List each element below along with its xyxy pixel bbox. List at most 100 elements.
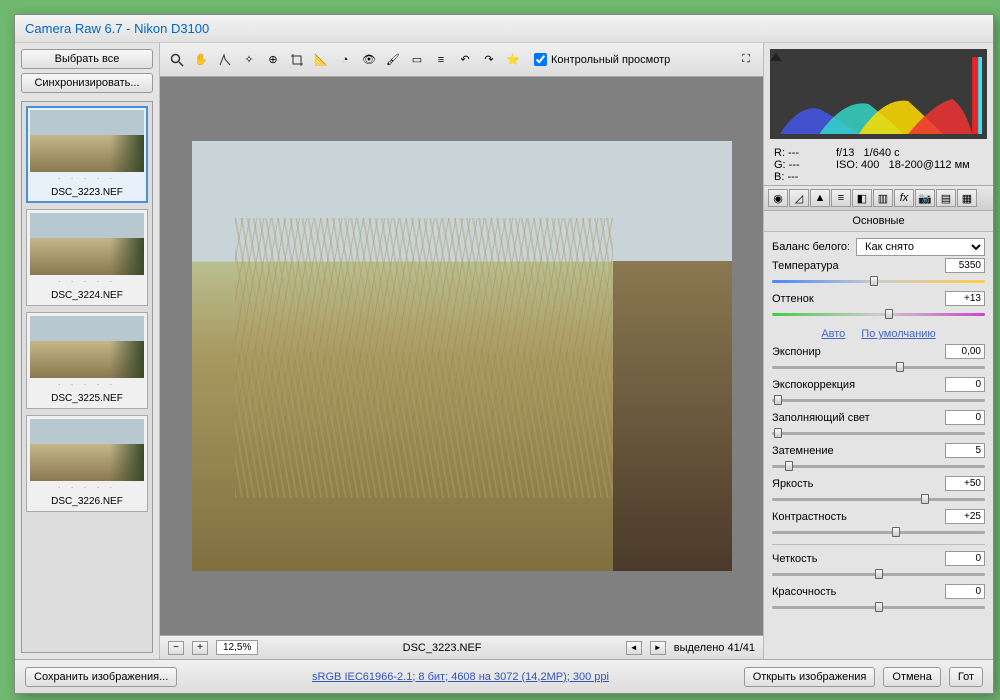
vibrance-value[interactable] [945, 584, 985, 599]
recovery-slider[interactable] [772, 394, 985, 406]
synchronize-button[interactable]: Синхронизировать... [21, 73, 153, 93]
thumbnail[interactable]: · · · · · DSC_3225.NEF [26, 312, 148, 409]
preferences-icon[interactable]: ≡ [430, 49, 452, 71]
red-eye-tool-icon[interactable]: 👁 [358, 49, 380, 71]
auto-link[interactable]: Авто [821, 328, 845, 340]
tab-curve[interactable]: ◿ [789, 189, 809, 207]
filmstrip-panel: Выбрать все Синхронизировать... · · · · … [15, 43, 160, 659]
adjustment-brush-tool-icon[interactable]: 🖌 [382, 49, 404, 71]
adjustment-tabs: ◉ ◿ ▲ ≡ ◧ ▥ fx 📷 ▤ ▦ [764, 185, 993, 211]
contrast-label: Контрастность [772, 511, 939, 523]
temp-slider[interactable] [772, 275, 985, 287]
crop-tool-icon[interactable] [286, 49, 308, 71]
recovery-value[interactable] [945, 377, 985, 392]
spot-removal-tool-icon[interactable]: ◔ [334, 49, 356, 71]
thumbnail[interactable]: · · · · · DSC_3223.NEF [26, 106, 148, 203]
target-adjustment-tool-icon[interactable]: ⊕ [262, 49, 284, 71]
open-images-button[interactable]: Открыть изображения [744, 667, 876, 687]
blacks-label: Затемнение [772, 445, 939, 457]
thumbnail-filename: DSC_3226.NEF [30, 494, 144, 508]
vibrance-label: Красочность [772, 586, 939, 598]
zoom-level[interactable]: 12,5% [216, 640, 258, 655]
thumbnail-filename: DSC_3224.NEF [30, 288, 144, 302]
fullscreen-toggle-icon[interactable]: ⛶ [735, 49, 757, 71]
done-button[interactable]: Гот [949, 667, 983, 687]
basic-settings: Баланс белого: Как снято Температура Отт… [764, 232, 993, 659]
lens-value: 18-200@112 мм [889, 159, 970, 171]
rating-dots[interactable]: · · · · · [30, 275, 144, 288]
vibrance-slider[interactable] [772, 601, 985, 613]
thumbnail-list[interactable]: · · · · · DSC_3223.NEF · · · · · DSC_322… [21, 101, 153, 653]
select-all-button[interactable]: Выбрать все [21, 49, 153, 69]
tab-presets[interactable]: ▤ [936, 189, 956, 207]
tab-hsl[interactable]: ≡ [831, 189, 851, 207]
clarity-slider[interactable] [772, 568, 985, 580]
white-balance-tool-icon[interactable] [214, 49, 236, 71]
tint-value[interactable] [945, 291, 985, 306]
thumbnail[interactable]: · · · · · DSC_3224.NEF [26, 209, 148, 306]
save-images-button[interactable]: Сохранить изображения... [25, 667, 177, 687]
tab-camera[interactable]: 📷 [915, 189, 935, 207]
thumbnail[interactable]: · · · · · DSC_3226.NEF [26, 415, 148, 512]
wb-select[interactable]: Как снято [856, 238, 985, 256]
blacks-value[interactable] [945, 443, 985, 458]
tab-basic[interactable]: ◉ [768, 189, 788, 207]
main-area: Выбрать все Синхронизировать... · · · · … [15, 43, 993, 659]
tab-split[interactable]: ◧ [852, 189, 872, 207]
tab-detail[interactable]: ▲ [810, 189, 830, 207]
contrast-value[interactable] [945, 509, 985, 524]
blacks-slider[interactable] [772, 460, 985, 472]
thumbnail-image [30, 110, 144, 172]
tab-snapshots[interactable]: ▦ [957, 189, 977, 207]
panel-title: Основные [764, 211, 993, 232]
readout-g: G: --- [774, 159, 824, 171]
current-filename: DSC_3223.NEF [266, 642, 617, 654]
thumbnail-image [30, 419, 144, 481]
contrast-slider[interactable] [772, 526, 985, 538]
zoom-out-button[interactable]: − [168, 641, 184, 655]
toolbar: ✋ ✧ ⊕ 📐 ◔ 👁 🖌 ▭ ≡ ↶ ↷ ⭐ Контрольный прос… [160, 43, 763, 77]
fill-value[interactable] [945, 410, 985, 425]
preview-checkbox[interactable]: Контрольный просмотр [534, 53, 670, 66]
rotate-ccw-icon[interactable]: ↶ [454, 49, 476, 71]
mark-delete-icon[interactable]: ⭐ [502, 49, 524, 71]
zoom-in-button[interactable]: + [192, 641, 208, 655]
clarity-label: Четкость [772, 553, 939, 565]
histogram[interactable] [770, 49, 987, 139]
next-image-button[interactable]: ► [650, 641, 666, 655]
default-link[interactable]: По умолчанию [861, 328, 935, 340]
prev-image-button[interactable]: ◄ [626, 641, 642, 655]
cancel-button[interactable]: Отмена [883, 667, 940, 687]
rating-dots[interactable]: · · · · · [30, 172, 144, 185]
exposure-slider[interactable] [772, 361, 985, 373]
hand-tool-icon[interactable]: ✋ [190, 49, 212, 71]
fill-label: Заполняющий свет [772, 412, 939, 424]
preview-panel: ✋ ✧ ⊕ 📐 ◔ 👁 🖌 ▭ ≡ ↶ ↷ ⭐ Контрольный прос… [160, 43, 763, 659]
exposure-value[interactable] [945, 344, 985, 359]
brightness-label: Яркость [772, 478, 939, 490]
brightness-value[interactable] [945, 476, 985, 491]
image-preview-area[interactable] [160, 77, 763, 635]
clarity-value[interactable] [945, 551, 985, 566]
straighten-tool-icon[interactable]: 📐 [310, 49, 332, 71]
fill-slider[interactable] [772, 427, 985, 439]
footer: Сохранить изображения... sRGB IEC61966-2… [15, 659, 993, 693]
tab-effects[interactable]: fx [894, 189, 914, 207]
thumbnail-image [30, 316, 144, 378]
zoom-tool-icon[interactable] [166, 49, 188, 71]
tab-lens[interactable]: ▥ [873, 189, 893, 207]
adjustments-panel: R: --- G: --- B: --- f/13 1/640 c ISO: 4… [763, 43, 993, 659]
readout-r: R: --- [774, 147, 824, 159]
preview-checkbox-label: Контрольный просмотр [551, 54, 670, 66]
preview-checkbox-input[interactable] [534, 53, 547, 66]
temp-value[interactable] [945, 258, 985, 273]
rating-dots[interactable]: · · · · · [30, 378, 144, 391]
tint-slider[interactable] [772, 308, 985, 320]
rotate-cw-icon[interactable]: ↷ [478, 49, 500, 71]
exposure-label: Экспонир [772, 346, 939, 358]
color-sampler-tool-icon[interactable]: ✧ [238, 49, 260, 71]
graduated-filter-tool-icon[interactable]: ▭ [406, 49, 428, 71]
rating-dots[interactable]: · · · · · [30, 481, 144, 494]
workflow-link[interactable]: sRGB IEC61966-2.1; 8 бит; 4608 на 3072 (… [185, 671, 735, 683]
brightness-slider[interactable] [772, 493, 985, 505]
